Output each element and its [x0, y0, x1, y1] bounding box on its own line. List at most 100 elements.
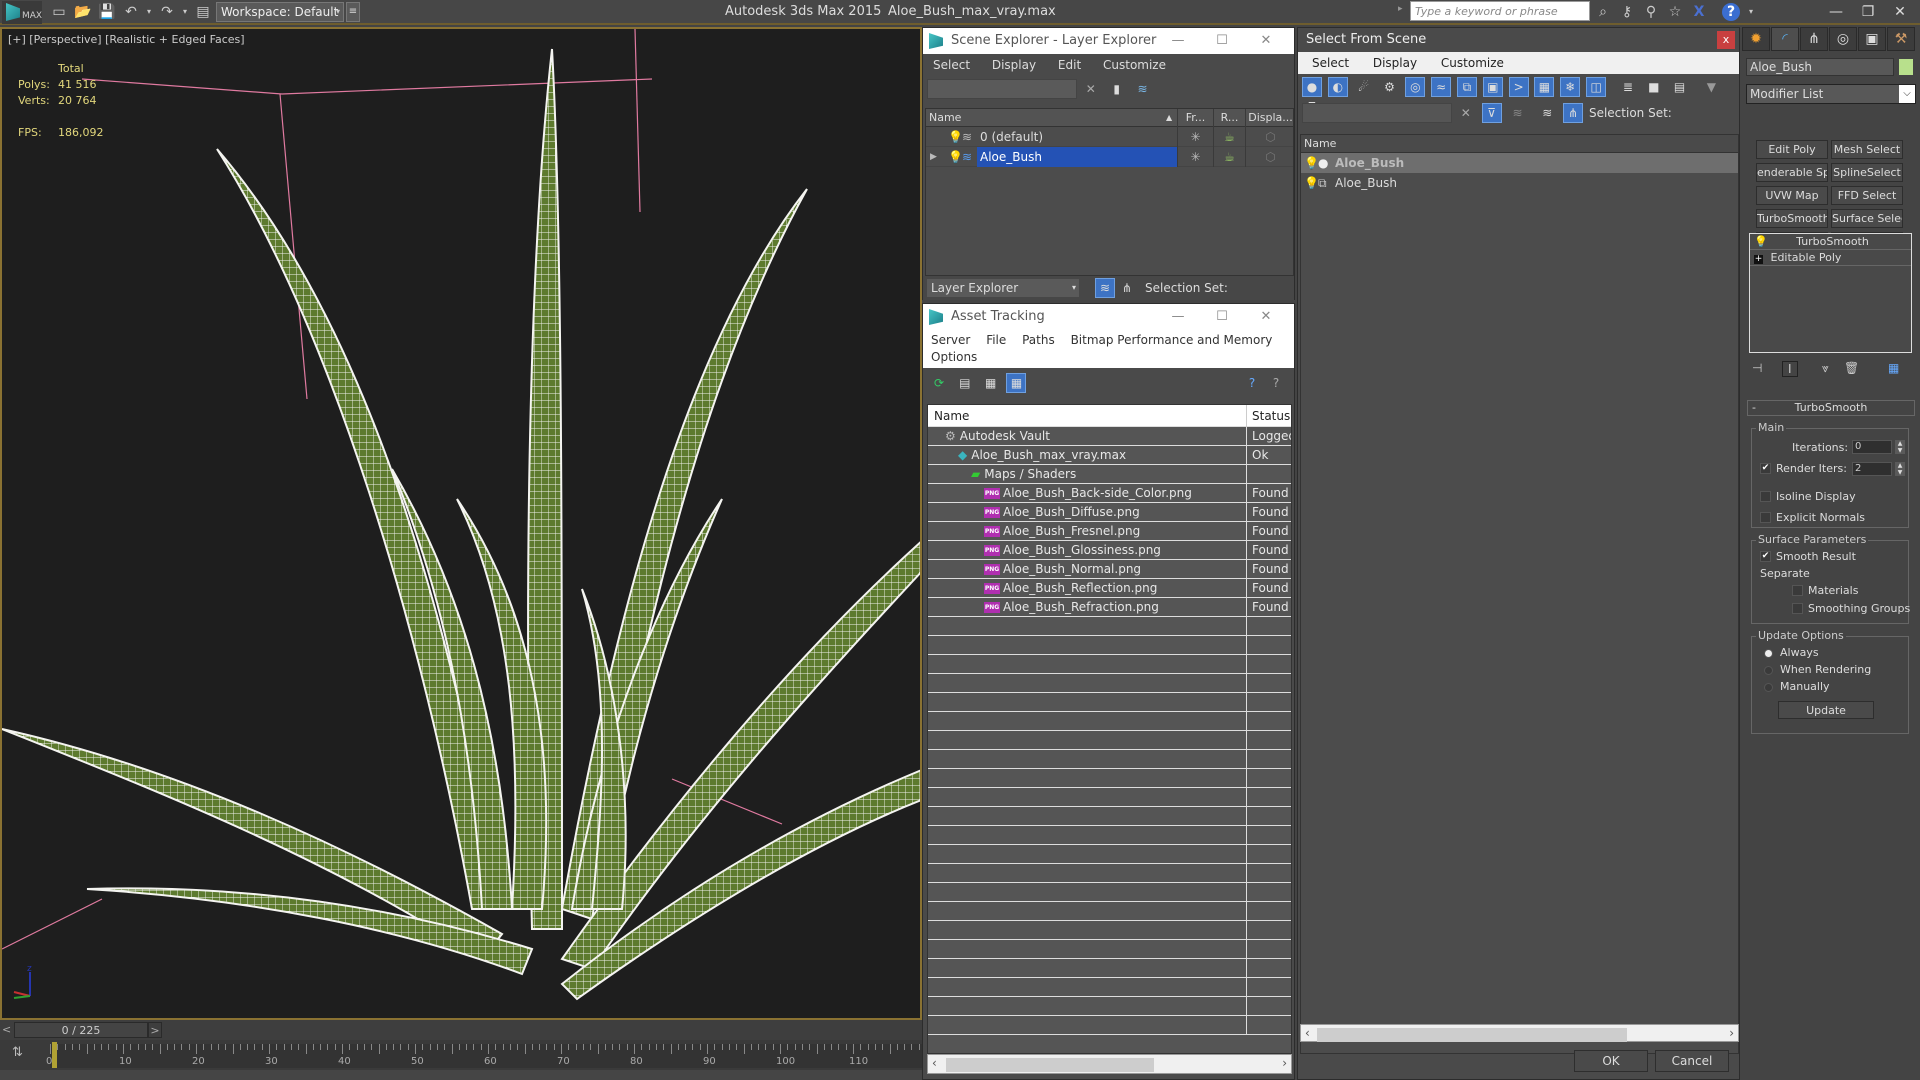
column-name[interactable]: Name [929, 111, 961, 124]
modify-tab-icon[interactable]: ◜ [1771, 27, 1799, 51]
select-none-icon[interactable]: ■ [1644, 77, 1664, 97]
maximize-icon[interactable]: ☐ [1200, 304, 1244, 330]
redo-dropdown-icon[interactable]: ▾ [176, 3, 194, 21]
explicit-normals-checkbox[interactable] [1760, 512, 1771, 523]
filter-icon[interactable]: ▼ [1701, 77, 1721, 97]
column-frozen[interactable]: Fr... [1177, 109, 1213, 127]
lightbulb-icon[interactable]: 💡 [1304, 173, 1319, 193]
spinner-arrows-icon[interactable]: ▲ ▼ [1895, 440, 1905, 454]
close-icon[interactable]: ✕ [1244, 304, 1288, 330]
asset-row[interactable]: ◆ Aloe_Bush_max_vray.max Ok [928, 446, 1291, 465]
subscription-icon[interactable]: ⚲ [1642, 3, 1660, 21]
freeze-snowflake-icon[interactable]: ✳ [1177, 147, 1213, 167]
maximize-icon[interactable]: ☐ [1200, 28, 1244, 54]
vault-help-icon[interactable]: ? [1242, 373, 1262, 393]
layer-select-icon[interactable]: ≋ [1507, 103, 1527, 123]
display-box-icon[interactable]: ⬡ [1245, 147, 1295, 167]
geometry-filter-icon[interactable]: ● [1302, 77, 1322, 97]
menu-server[interactable]: Server [931, 333, 970, 347]
exchange-icon[interactable]: X [1690, 3, 1708, 21]
modifier-button-splineselect[interactable]: SplineSelect [1831, 163, 1903, 182]
menu-customize[interactable]: Customize [1103, 58, 1166, 72]
minimize-icon[interactable]: — [1156, 304, 1200, 330]
smooth-result-checkbox[interactable]: ✔ [1760, 551, 1771, 562]
menu-paths[interactable]: Paths [1022, 333, 1055, 347]
key-icon[interactable]: ⚷ [1618, 3, 1636, 21]
asset-row[interactable]: PNG Aloe_Bush_Fresnel.png Found [928, 522, 1291, 541]
binoculars-icon[interactable]: ⌕ [1594, 3, 1612, 21]
display-box-icon[interactable]: ⬡ [1245, 127, 1295, 147]
list-view-icon[interactable]: ▤ [955, 373, 975, 393]
help-icon[interactable]: ? [1266, 373, 1286, 393]
menu-file[interactable]: File [986, 333, 1006, 347]
table-view-icon[interactable]: ▦ [1006, 373, 1027, 393]
workspace-dropdown[interactable]: Workspace: Default ▾ [216, 2, 344, 22]
asset-row[interactable]: ▰ Maps / Shaders [928, 465, 1291, 484]
select-from-scene-titlebar[interactable]: Select From Scene x [1298, 28, 1739, 52]
scene-explorer-titlebar[interactable]: Scene Explorer - Layer Explorer — ☐ ✕ [923, 28, 1294, 54]
helpers-filter-icon[interactable]: ◎ [1405, 77, 1426, 97]
explorer-type-dropdown[interactable]: Layer Explorer ▾ [927, 279, 1079, 297]
lightbulb-icon[interactable]: 💡 [1304, 153, 1319, 173]
find-input[interactable] [927, 79, 1077, 99]
menu-options[interactable]: Options [931, 350, 977, 364]
show-end-result-icon[interactable]: I [1782, 361, 1798, 377]
layer-sort-icon[interactable]: ≋ [1095, 278, 1115, 298]
undo-icon[interactable]: ↶ [122, 3, 140, 21]
scrollbar-thumb[interactable] [1317, 1028, 1627, 1042]
next-frame-button[interactable]: > [148, 1022, 162, 1038]
frozen-filter-icon[interactable]: ❄ [1560, 77, 1581, 97]
menu-bitmap-performance[interactable]: Bitmap Performance and Memory [1071, 333, 1273, 347]
render-teapot-icon[interactable]: ☕ [1213, 147, 1245, 167]
bones-filter-icon[interactable]: > [1508, 77, 1529, 97]
render-iters-spinner[interactable]: 2 [1852, 462, 1892, 476]
current-frame-marker[interactable] [52, 1042, 57, 1068]
object-row[interactable]: 💡 ● Aloe_Bush [1301, 153, 1738, 173]
search-expand-icon[interactable]: ▸ [1398, 4, 1403, 14]
scroll-left-icon[interactable]: ‹ [932, 1056, 937, 1070]
app-menu-button[interactable]: MAX [2, 1, 42, 24]
materials-checkbox[interactable] [1792, 585, 1803, 596]
spinner-arrows-icon[interactable]: ▲ ▼ [1895, 462, 1905, 476]
column-renderable[interactable]: R... [1213, 109, 1245, 127]
open-file-icon[interactable]: 📂 [74, 3, 92, 21]
close-button[interactable]: x [1717, 31, 1735, 49]
clear-icon[interactable]: ✕ [1456, 103, 1476, 123]
column-status[interactable]: Status [1246, 405, 1291, 427]
display-tab-icon[interactable]: ▣ [1858, 27, 1886, 51]
column-name[interactable]: Name [928, 409, 969, 423]
modifier-button-turbosmooth[interactable]: TurboSmooth [1756, 209, 1828, 228]
viewport-label-menu[interactable]: [+] [Perspective] [Realistic + Edged Fac… [8, 33, 245, 46]
when-rendering-radio[interactable] [1764, 666, 1773, 675]
create-tab-icon[interactable]: ✹ [1742, 27, 1770, 51]
lightbulb-icon[interactable]: 💡 [1754, 234, 1768, 250]
modifier-button-ffd-select[interactable]: FFD Select [1831, 186, 1903, 205]
quick-access-customize-button[interactable]: ≡ [346, 2, 360, 22]
menu-display[interactable]: Display [992, 58, 1036, 72]
help-icon[interactable]: ? [1722, 3, 1740, 21]
make-unique-icon[interactable]: ⩔ [1822, 361, 1829, 376]
time-slider[interactable]: < 0 / 225 > [0, 1020, 922, 1040]
prev-frame-button[interactable]: < [2, 1022, 14, 1038]
undo-dropdown-icon[interactable]: ▾ [140, 3, 158, 21]
asset-row[interactable]: PNG Aloe_Bush_Back-side_Color.png Found [928, 484, 1291, 503]
asset-row[interactable]: PNG Aloe_Bush_Refraction.png Found [928, 598, 1291, 617]
stack-item-turbosmooth[interactable]: 💡 TurboSmooth [1750, 234, 1911, 250]
close-icon[interactable]: ✕ [1884, 0, 1916, 24]
perspective-viewport[interactable]: [+] [Perspective] [Realistic + Edged Fac… [0, 27, 922, 1020]
close-icon[interactable]: ✕ [1244, 28, 1288, 54]
time-slider-thumb[interactable]: 0 / 225 [14, 1022, 148, 1038]
select-all-icon[interactable]: ≣ [1618, 77, 1638, 97]
cancel-button[interactable]: Cancel [1655, 1050, 1729, 1072]
object-color-swatch[interactable] [1899, 59, 1913, 75]
always-radio[interactable] [1764, 649, 1773, 658]
hierarchy-tab-icon[interactable]: ⋔ [1800, 27, 1828, 51]
update-button[interactable]: Update [1778, 701, 1874, 719]
horizontal-scrollbar[interactable]: ‹ › [1300, 1024, 1739, 1042]
modifier-button-surface-select[interactable]: Surface Select [1831, 209, 1903, 228]
freeze-snowflake-icon[interactable]: ✳ [1177, 127, 1213, 147]
asset-row[interactable]: PNG Aloe_Bush_Normal.png Found [928, 560, 1291, 579]
hidden-filter-icon[interactable]: ◫ [1586, 77, 1607, 97]
column-display[interactable]: Displa... [1245, 109, 1295, 127]
track-bar[interactable]: ⇅ 010203040506070809010011012 [0, 1040, 935, 1070]
